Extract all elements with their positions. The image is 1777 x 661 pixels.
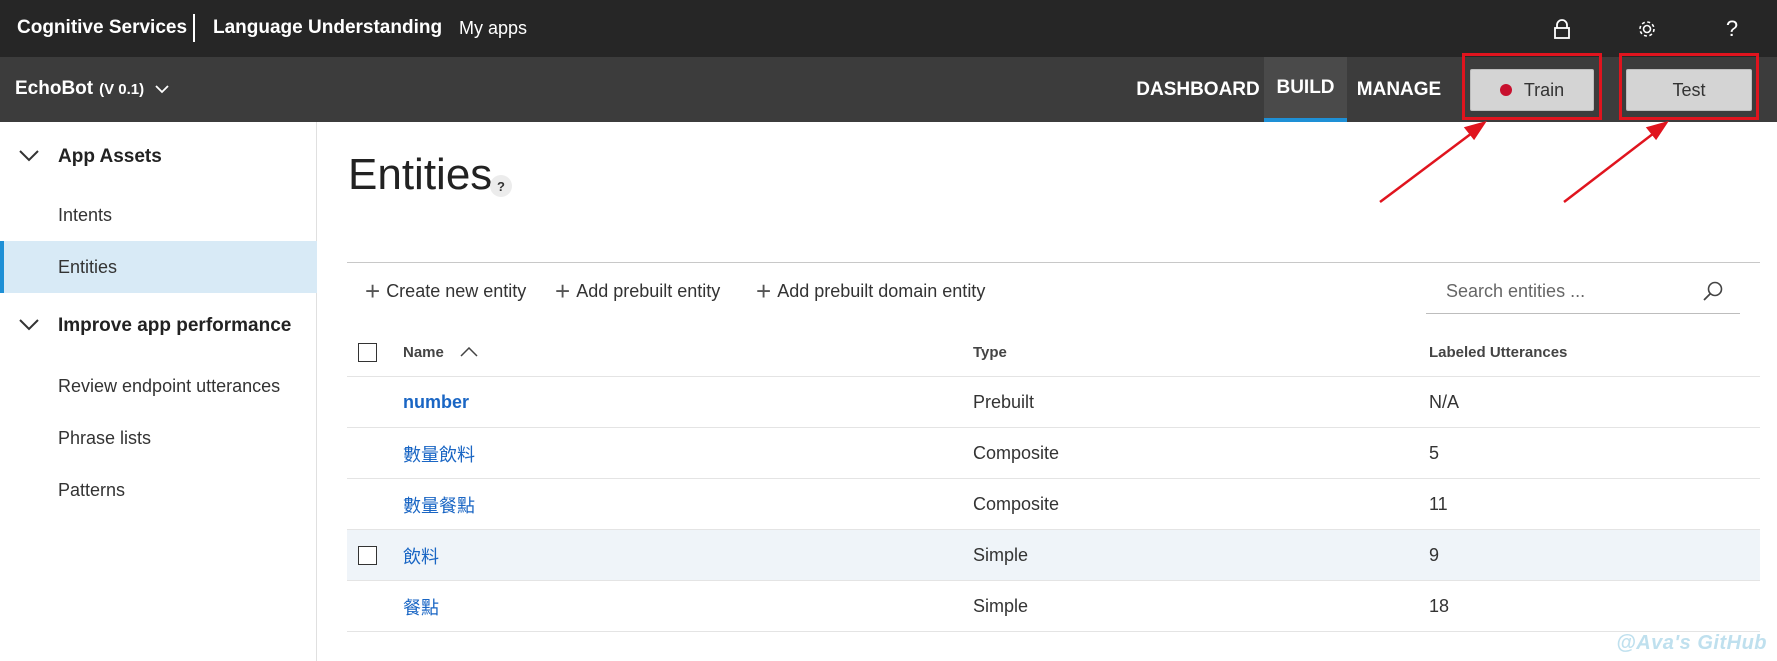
arrow-to-train	[1379, 129, 1477, 203]
annotation-arrows	[1379, 120, 1669, 203]
watermark: @Ava's GitHub	[1616, 632, 1767, 654]
arrow-to-test	[1563, 129, 1659, 203]
